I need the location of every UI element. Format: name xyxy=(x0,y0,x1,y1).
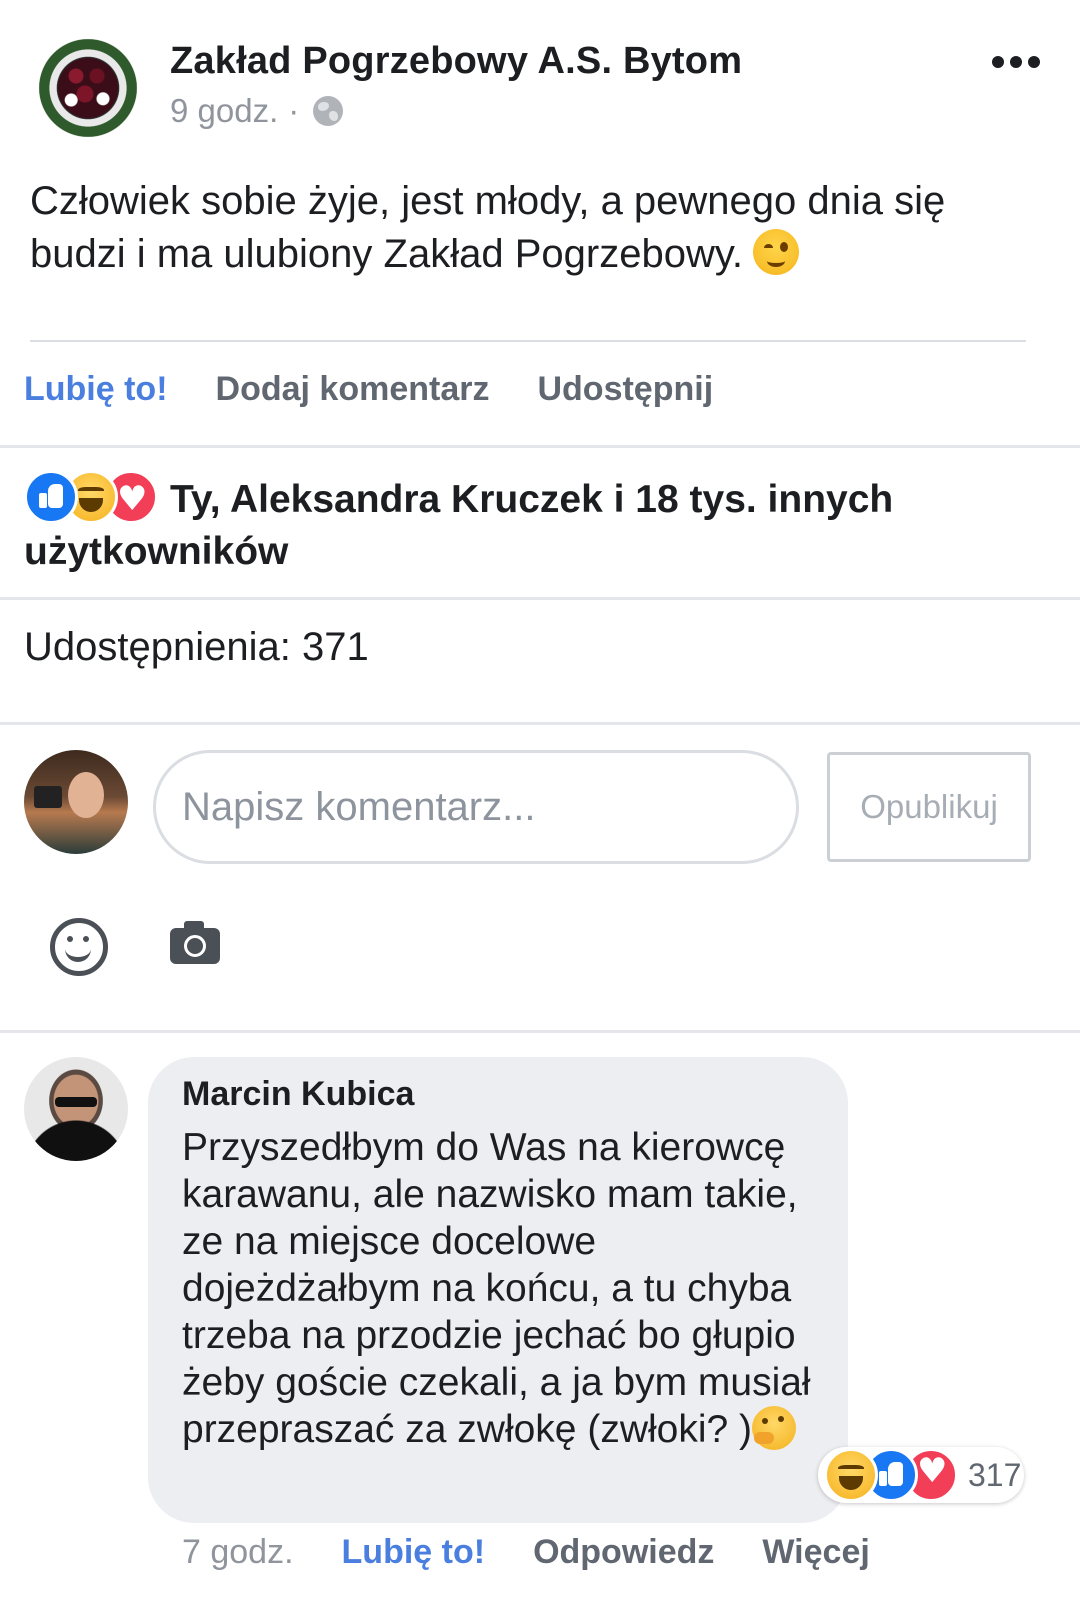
commenter-avatar[interactable] xyxy=(24,1057,128,1161)
like-icon xyxy=(24,470,78,524)
reply-button[interactable]: Odpowiedz xyxy=(533,1533,714,1572)
comment-like-button[interactable]: Lubię to! xyxy=(342,1533,486,1572)
divider xyxy=(0,1030,1080,1033)
like-button[interactable]: Lubię to! xyxy=(24,370,168,409)
comment-input-placeholder: Napisz komentarz... xyxy=(182,784,536,829)
more-options-icon[interactable] xyxy=(992,56,1040,68)
share-button[interactable]: Udostępnij xyxy=(537,370,713,409)
haha-icon xyxy=(824,1448,878,1502)
shares-count[interactable]: Udostępnienia: 371 xyxy=(24,625,369,670)
post-meta: 9 godz. · xyxy=(170,92,344,130)
divider xyxy=(30,340,1026,342)
publish-button[interactable]: Opublikuj xyxy=(827,752,1031,862)
page-name[interactable]: Zakład Pogrzebowy A.S. Bytom xyxy=(170,40,742,83)
page-avatar[interactable] xyxy=(36,36,140,140)
comment-input[interactable]: Napisz komentarz... xyxy=(153,750,799,864)
add-comment-button[interactable]: Dodaj komentarz xyxy=(216,370,490,409)
post-text-content: Człowiek sobie żyje, jest młody, a pewne… xyxy=(30,179,946,276)
reactions-summary[interactable]: Ty, Aleksandra Kruczek i 18 tys. innych … xyxy=(24,470,1024,578)
comment-text-content: Przyszedłbym do Was na kierowcę karawanu… xyxy=(182,1126,811,1451)
post-actions: Lubię to! Dodaj komentarz Udostępnij xyxy=(24,370,713,409)
reaction-icons xyxy=(24,470,158,525)
more-button[interactable]: Więcej xyxy=(762,1533,869,1572)
post-text: Człowiek sobie żyje, jest młody, a pewne… xyxy=(30,175,1030,281)
divider xyxy=(0,597,1080,600)
thinking-emoji-icon xyxy=(752,1406,797,1450)
comment-text: Przyszedłbym do Was na kierowcę karawanu… xyxy=(182,1124,832,1453)
comment-time[interactable]: 7 godz. xyxy=(182,1533,294,1572)
globe-icon xyxy=(313,96,344,126)
divider xyxy=(0,722,1080,725)
user-avatar[interactable] xyxy=(24,750,128,854)
post-time[interactable]: 9 godz. xyxy=(170,92,278,130)
comment-reactions[interactable]: 317 xyxy=(818,1447,1024,1503)
camera-icon[interactable] xyxy=(170,921,220,964)
wink-emoji-icon xyxy=(752,229,799,275)
meta-separator: · xyxy=(288,92,300,129)
divider xyxy=(0,445,1080,448)
smile-icon[interactable] xyxy=(50,918,108,976)
commenter-name[interactable]: Marcin Kubica xyxy=(182,1075,414,1114)
comment-reaction-count: 317 xyxy=(968,1456,1022,1493)
comment-actions: 7 godz. Lubię to! Odpowiedz Więcej xyxy=(182,1533,870,1572)
